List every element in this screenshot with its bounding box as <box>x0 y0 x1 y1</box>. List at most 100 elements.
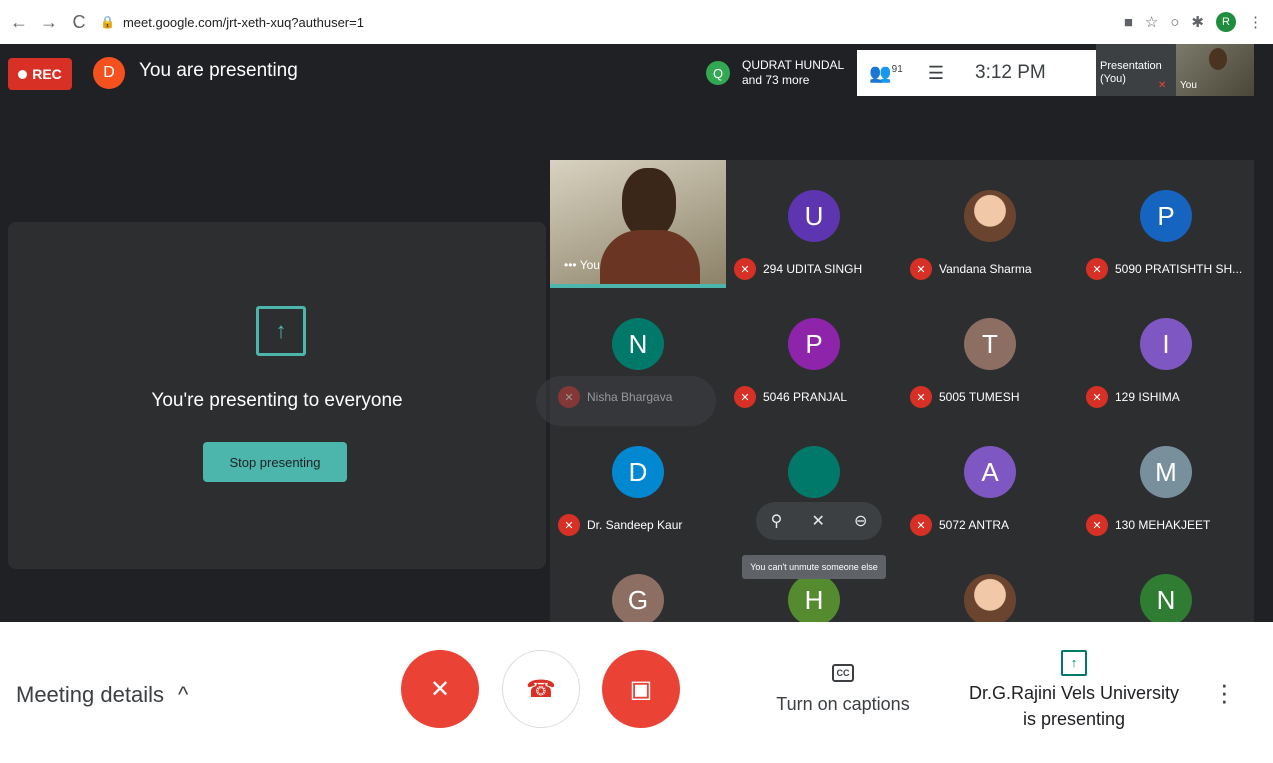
participant-tile[interactable]: T ✕ 5005 TUMESH <box>902 288 1078 416</box>
mic-off-icon: ✕ <box>734 258 756 280</box>
participant-name-row: ✕ 5005 TUMESH <box>910 386 1019 408</box>
remove-icon[interactable]: ⊖ <box>854 511 867 531</box>
participant-name-row: ✕ 5090 PRATISHTH SH... <box>1086 258 1242 280</box>
participant-name-row: ✕ 5046 PRANJAL <box>734 386 847 408</box>
meeting-details-button[interactable]: Meeting details ^ <box>16 682 188 708</box>
mic-toggle-button[interactable]: ✕ <box>401 650 479 728</box>
participant-tile[interactable] <box>902 544 1078 622</box>
participant-name: 5090 PRATISHTH SH... <box>1115 262 1243 276</box>
participant-avatar: T <box>964 318 1016 370</box>
presenting-message: You're presenting to everyone <box>151 390 403 411</box>
puzzle-icon[interactable]: ✱ <box>1191 13 1204 31</box>
presenter-line-2: is presenting <box>1022 709 1126 729</box>
stop-presenting-button[interactable]: Stop presenting <box>203 442 347 482</box>
participant-avatar <box>964 574 1016 622</box>
meeting-top-info: Q QUDRAT HUNDAL and 73 more 👥91 ☰ 3:12 P… <box>700 50 1096 96</box>
self-avatar: D <box>93 57 125 89</box>
profile-avatar[interactable]: R <box>1216 12 1236 32</box>
participant-tile[interactable]: I ✕ 129 ISHIMA <box>1078 288 1254 416</box>
participant-avatar <box>788 446 840 498</box>
participant-tile[interactable]: P ✕ 5090 PRATISHTH SH... <box>1078 160 1254 288</box>
people-icon: 👥 <box>869 62 892 83</box>
people-button[interactable]: 👥91 <box>857 63 915 84</box>
participant-avatar: G <box>612 574 664 622</box>
mic-off-icon: ✕ <box>734 386 756 408</box>
participant-avatar: H <box>788 574 840 622</box>
participant-avatar: P <box>1140 190 1192 242</box>
participant-name-row: ✕ 129 ISHIMA <box>1086 386 1180 408</box>
participant-name: Vandana Sharma <box>939 262 1032 276</box>
participant-name: 5005 TUMESH <box>939 390 1020 404</box>
speaker-avatar: Q <box>706 61 730 85</box>
browser-toolbar: ← → C 🔒 meet.google.com/jrt-xeth-xuq?aut… <box>0 0 1273 44</box>
participant-tile[interactable]: N <box>1078 544 1254 622</box>
camera-toggle-button[interactable]: ▣ <box>602 650 680 728</box>
tile-hover-controls: ⚲ ✕ ⊖ <box>756 502 882 540</box>
forward-arrow-icon[interactable]: → <box>36 9 62 35</box>
participant-tile[interactable]: M ✕ 130 MEHAKJEET <box>1078 416 1254 544</box>
address-bar[interactable]: 🔒 meet.google.com/jrt-xeth-xuq?authuser=… <box>100 7 364 37</box>
meeting-stage: REC D You are presenting Q QUDRAT HUNDAL… <box>0 44 1273 622</box>
participant-tile[interactable]: G <box>550 544 726 622</box>
participant-avatar: A <box>964 446 1016 498</box>
speaker-more: and 73 more <box>742 73 810 87</box>
participant-name-row: ✕ Vandana Sharma <box>910 258 1032 280</box>
bottom-controls: Meeting details ^ ✕ ☎ ▣ CC Turn on capti… <box>0 622 1273 763</box>
captions-label: Turn on captions <box>776 694 910 714</box>
star-icon[interactable]: ☆ <box>1145 13 1158 31</box>
participant-tile[interactable]: D ✕ Dr. Sandeep Kaur <box>550 416 726 544</box>
active-speaker[interactable]: Q QUDRAT HUNDAL and 73 more <box>700 50 857 96</box>
chat-button[interactable]: ☰ <box>915 63 957 84</box>
mic-off-icon: ✕ <box>1086 386 1108 408</box>
participant-tile[interactable]: ✕ Vandana Sharma <box>902 160 1078 288</box>
reload-icon[interactable]: C <box>66 9 92 35</box>
participant-tile[interactable]: A ✕ 5072 ANTRA <box>902 416 1078 544</box>
unmute-tooltip: You can't unmute someone else <box>742 555 886 579</box>
participant-avatar: M <box>1140 446 1192 498</box>
present-icon: ↑ <box>1061 650 1087 676</box>
you-label: ••• You <box>564 258 600 272</box>
record-dot-icon <box>18 69 28 79</box>
mic-off-icon: ✕ <box>1158 80 1167 91</box>
mic-off-icon: ✕ <box>910 386 932 408</box>
mic-off-icon: ✕ <box>910 258 932 280</box>
mic-off-icon: ✕ <box>1086 258 1108 280</box>
participant-name: 130 MEHAKJEET <box>1115 518 1211 532</box>
leave-call-button[interactable]: ☎ <box>502 650 580 728</box>
extension-icon[interactable]: ○ <box>1170 14 1179 31</box>
mic-off-icon: ✕ <box>1086 514 1108 536</box>
participant-name-row: ✕ Dr. Sandeep Kaur <box>558 514 682 536</box>
meeting-clock: 3:12 PM <box>975 62 1046 83</box>
camera-off-icon: ▣ <box>629 675 653 703</box>
people-count: 91 <box>891 63 903 75</box>
captions-button[interactable]: CC Turn on captions <box>760 660 926 715</box>
chat-icon: ☰ <box>927 62 945 83</box>
participant-name: 5072 ANTRA <box>939 518 1010 532</box>
mic-off-icon: ✕ <box>558 514 580 536</box>
camera-indicator-icon[interactable]: ■ <box>1124 14 1133 31</box>
hangup-icon: ☎ <box>526 675 556 703</box>
browser-menu-icon[interactable]: ⋮ <box>1248 13 1263 31</box>
pin-icon[interactable]: ⚲ <box>771 511 783 531</box>
url-text: meet.google.com/jrt-xeth-xuq?authuser=1 <box>122 14 364 30</box>
participant-avatar: N <box>1140 574 1192 622</box>
captions-icon: CC <box>832 664 854 682</box>
back-arrow-icon[interactable]: ← <box>6 9 32 35</box>
participant-name: Dr. Sandeep Kaur <box>587 518 683 532</box>
participant-name-row: ✕ 294 UDITA SINGH <box>734 258 862 280</box>
participant-tile-you[interactable]: ••• You <box>550 160 726 288</box>
participant-name: 5046 PRANJAL <box>763 390 848 404</box>
more-vert-icon[interactable]: · · · <box>1220 671 1229 713</box>
recording-badge: REC <box>8 58 72 90</box>
participant-tile[interactable]: U ✕ 294 UDITA SINGH <box>726 160 902 288</box>
presenting-title: You are presenting <box>139 60 298 81</box>
participant-tile[interactable]: P ✕ 5046 PRANJAL <box>726 288 902 416</box>
presenting-card: ↑ You're presenting to everyone Stop pre… <box>8 222 546 569</box>
participant-avatar: P <box>788 318 840 370</box>
participant-name-row: ✕ 130 MEHAKJEET <box>1086 514 1210 536</box>
presenter-button[interactable]: ↑ Dr.G.Rajini Vels University is present… <box>956 648 1192 732</box>
mini-self-preview[interactable]: Presentation (You) ✕ You <box>1096 44 1254 96</box>
mic-off-icon[interactable]: ✕ <box>811 511 824 531</box>
meeting-details-label: Meeting details <box>16 682 164 707</box>
participant-avatar: I <box>1140 318 1192 370</box>
